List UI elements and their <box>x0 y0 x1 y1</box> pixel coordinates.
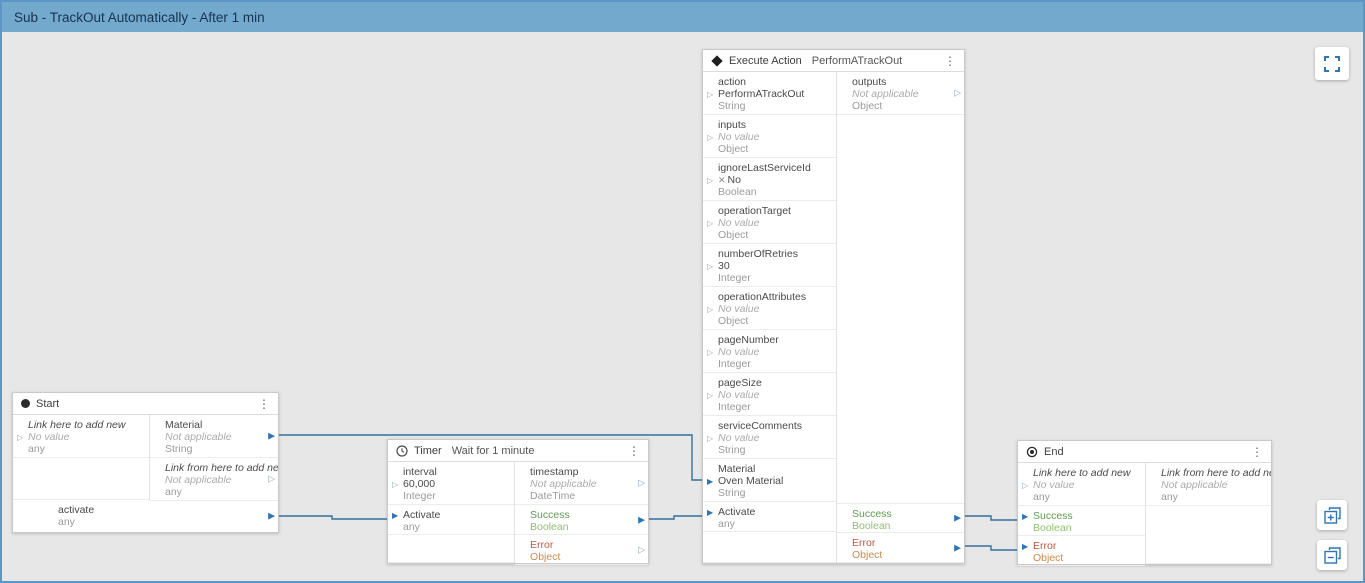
port-link-from-here[interactable]: Link from here to add new Not applicable… <box>150 458 278 501</box>
title-bar: Sub - TrackOut Automatically - After 1 m… <box>2 2 1363 32</box>
fullscreen-icon <box>1324 56 1340 72</box>
port-arrow-icon: ▶ <box>392 512 400 520</box>
port-arrow-icon: ▷ <box>707 263 715 271</box>
empty-cell <box>388 535 514 563</box>
port-arrow-icon: ▶ <box>1022 543 1030 551</box>
clock-icon <box>396 445 408 457</box>
collapse-all-icon <box>1324 547 1341 564</box>
port-activate-out[interactable]: activate any ▶ <box>13 500 278 532</box>
workflow-designer: Sub - TrackOut Automatically - After 1 m… <box>0 0 1365 583</box>
port-arrow-icon[interactable]: ▶ <box>954 514 961 523</box>
node-timer-header[interactable]: Timer Wait for 1 minute ⋮ <box>388 440 648 462</box>
port-arrow-icon[interactable]: ▷ <box>268 475 275 484</box>
port-arrow-icon: ▶ <box>1022 513 1030 521</box>
port-arrow-icon[interactable]: ▶ <box>268 512 275 521</box>
port-number-of-retries[interactable]: numberOfRetries ▷30 Integer <box>703 244 836 287</box>
fullscreen-button[interactable] <box>1315 47 1349 80</box>
port-link-here[interactable]: Link here to add new ▷No value any <box>1018 463 1145 506</box>
timer-outputs-column: timestamp Not applicable DateTime ▷ Succ… <box>515 462 648 563</box>
port-success-out[interactable]: Success Boolean ▶ <box>515 505 648 535</box>
port-interval[interactable]: interval ▷60,000 Integer <box>388 462 514 505</box>
port-operation-target[interactable]: operationTarget ▷No value Object <box>703 201 836 244</box>
page-title: Sub - TrackOut Automatically - After 1 m… <box>14 10 265 25</box>
port-arrow-icon: ▶ <box>707 509 715 517</box>
port-arrow-icon: ▷ <box>707 91 715 99</box>
empty-cell <box>1146 506 1271 564</box>
port-error-in[interactable]: ▶Error Object <box>1018 536 1145 566</box>
node-title: Execute Action <box>729 55 802 67</box>
port-arrow-icon[interactable]: ▷ <box>638 479 645 488</box>
node-start[interactable]: Start ⋮ Link here to add new ▷No value a… <box>12 392 279 533</box>
port-arrow-icon[interactable]: ▶ <box>268 432 275 441</box>
node-start-header[interactable]: Start ⋮ <box>13 393 278 415</box>
port-arrow-icon[interactable]: ▷ <box>954 89 961 98</box>
port-arrow-icon: ▷ <box>707 306 715 314</box>
port-timestamp[interactable]: timestamp Not applicable DateTime ▷ <box>515 462 648 505</box>
execute-outputs-column: outputs Not applicable Object ▷ Success … <box>837 72 964 563</box>
port-arrow-icon: ▷ <box>707 349 715 357</box>
cross-icon: ✕ <box>718 175 726 185</box>
start-outputs-column: Material Not applicable String ▶ Link fr… <box>150 415 278 500</box>
execute-inputs-column: action ▷PerformATrackOut String inputs ▷… <box>703 72 837 563</box>
empty-cell <box>703 532 836 563</box>
port-arrow-icon: ▷ <box>1022 482 1030 490</box>
port-link-from-here[interactable]: Link from here to add new Not applicable… <box>1146 463 1271 506</box>
node-title: Timer <box>414 445 442 457</box>
start-icon <box>21 399 30 408</box>
port-inputs[interactable]: inputs ▷No value Object <box>703 115 836 158</box>
port-arrow-icon[interactable]: ▶ <box>954 543 961 552</box>
port-arrow-icon: ▶ <box>707 478 715 486</box>
collapse-all-button[interactable] <box>1317 540 1347 570</box>
node-execute-header[interactable]: Execute Action PerformATrackOut ⋮ <box>703 50 964 72</box>
port-ignore-last-service-id[interactable]: ignoreLastServiceId ▷✕No Boolean <box>703 158 836 201</box>
port-arrow-icon: ▷ <box>392 481 400 489</box>
port-operation-attributes[interactable]: operationAttributes ▷No value Object <box>703 287 836 330</box>
timer-inputs-column: interval ▷60,000 Integer ▶Activate any <box>388 462 515 563</box>
port-arrow-icon: ▷ <box>17 434 25 442</box>
end-inputs-column: Link here to add new ▷No value any ▶Succ… <box>1018 463 1146 564</box>
port-arrow-icon: ▷ <box>707 134 715 142</box>
empty-cell <box>13 458 149 500</box>
port-material-out[interactable]: Material Not applicable String ▶ <box>150 415 278 458</box>
node-end[interactable]: End ⋮ Link here to add new ▷No value any… <box>1017 440 1272 565</box>
start-footer: activate any ▶ <box>13 500 278 532</box>
expand-all-icon <box>1324 507 1341 524</box>
node-end-header[interactable]: End ⋮ <box>1018 441 1271 463</box>
node-execute-action[interactable]: Execute Action PerformATrackOut ⋮ action… <box>702 49 965 564</box>
port-activate-in[interactable]: ▶Activate any <box>703 502 836 532</box>
port-service-comments[interactable]: serviceComments ▷No value String <box>703 416 836 459</box>
node-subtitle: Wait for 1 minute <box>452 445 535 457</box>
port-page-size[interactable]: pageSize ▷No value Integer <box>703 373 836 416</box>
port-arrow-icon[interactable]: ▷ <box>638 545 645 554</box>
port-success-out[interactable]: Success Boolean ▶ <box>837 503 964 533</box>
port-error-out[interactable]: Error Object ▶ <box>837 533 964 563</box>
port-arrow-icon: ▷ <box>707 435 715 443</box>
port-arrow-icon: ▷ <box>707 177 715 185</box>
kebab-menu-icon[interactable]: ⋮ <box>942 55 958 67</box>
empty-cell <box>837 115 964 503</box>
node-title: End <box>1044 446 1064 458</box>
expand-all-button[interactable] <box>1317 500 1347 530</box>
port-arrow-icon[interactable]: ▶ <box>638 515 645 524</box>
diamond-icon <box>711 55 722 66</box>
port-material-in[interactable]: Material ▶Oven Material String <box>703 459 836 502</box>
end-icon <box>1026 446 1038 458</box>
node-subtitle: PerformATrackOut <box>812 55 902 67</box>
port-arrow-icon: ▷ <box>707 220 715 228</box>
node-title: Start <box>36 398 59 410</box>
port-activate-in[interactable]: ▶Activate any <box>388 505 514 535</box>
port-outputs[interactable]: outputs Not applicable Object ▷ <box>837 72 964 115</box>
port-error-out[interactable]: Error Object ▷ <box>515 535 648 565</box>
port-success-in[interactable]: ▶Success Boolean <box>1018 506 1145 536</box>
port-page-number[interactable]: pageNumber ▷No value Integer <box>703 330 836 373</box>
port-arrow-icon: ▷ <box>707 392 715 400</box>
kebab-menu-icon[interactable]: ⋮ <box>256 398 272 410</box>
start-inputs-column: Link here to add new ▷No value any <box>13 415 150 500</box>
node-timer[interactable]: Timer Wait for 1 minute ⋮ interval ▷60,0… <box>387 439 649 564</box>
port-link-here[interactable]: Link here to add new ▷No value any <box>13 415 149 458</box>
port-action[interactable]: action ▷PerformATrackOut String <box>703 72 836 115</box>
kebab-menu-icon[interactable]: ⋮ <box>1249 446 1265 458</box>
kebab-menu-icon[interactable]: ⋮ <box>626 445 642 457</box>
end-outputs-column: Link from here to add new Not applicable… <box>1146 463 1271 564</box>
